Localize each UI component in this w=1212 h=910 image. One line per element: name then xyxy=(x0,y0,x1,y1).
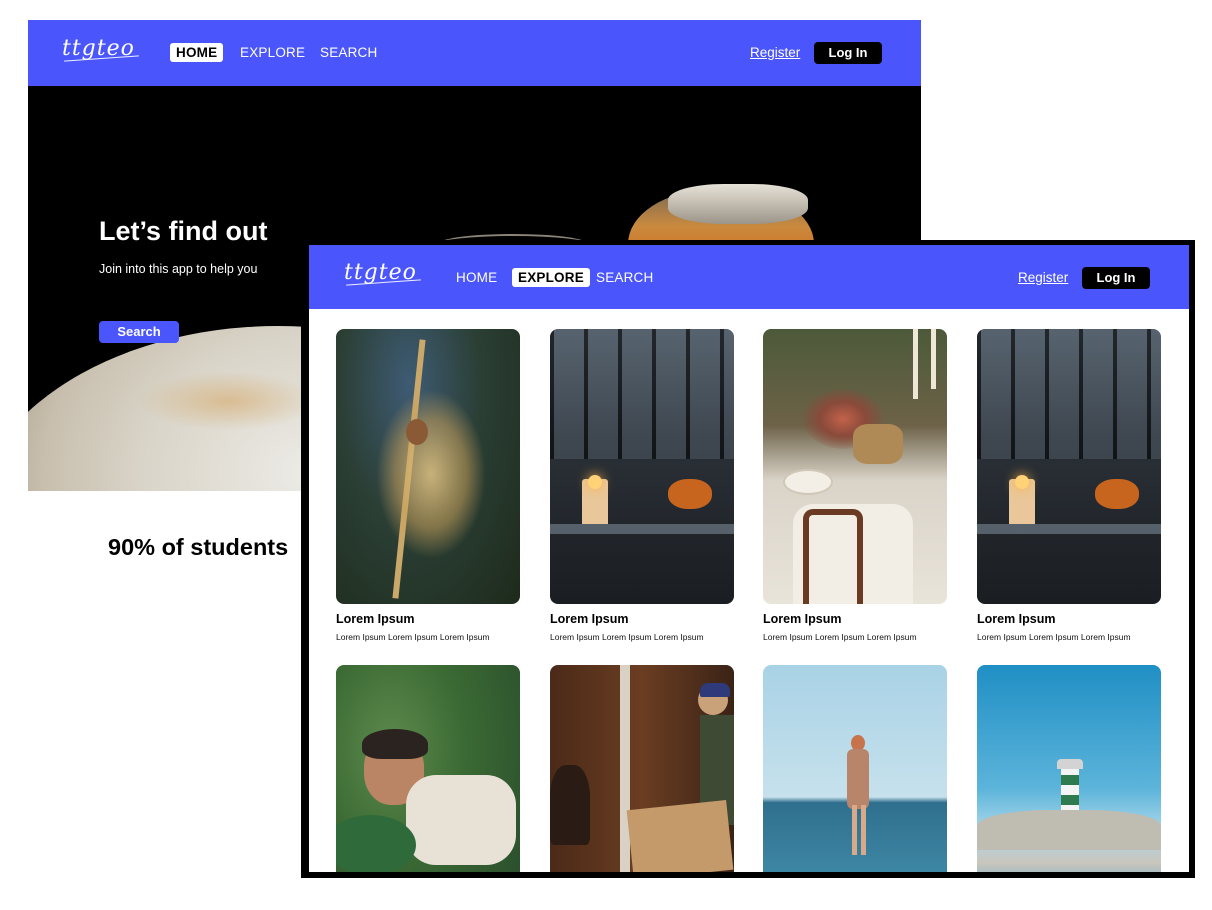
explore-card[interactable] xyxy=(977,665,1161,872)
explore-page-window: ttgteo HOME EXPLORE SEARCH Register Log … xyxy=(301,240,1195,878)
explore-card[interactable] xyxy=(763,665,947,872)
card-photo-candles xyxy=(550,329,734,604)
hero-search-button[interactable]: Search xyxy=(99,321,179,343)
explore-card[interactable]: Lorem Ipsum Lorem Ipsum Lorem Ipsum Lore… xyxy=(550,329,734,642)
hero-subtitle: Join into this app to help you xyxy=(99,262,258,276)
nav-explore-tab[interactable]: EXPLORE xyxy=(512,268,590,287)
card-description: Lorem Ipsum Lorem Ipsum Lorem Ipsum xyxy=(977,632,1131,642)
nav-explore-tab[interactable]: EXPLORE xyxy=(240,45,305,60)
card-title: Lorem Ipsum xyxy=(977,612,1056,626)
brand-logo[interactable]: ttgteo xyxy=(344,260,421,286)
hero-cup-foam xyxy=(668,184,808,224)
card-description: Lorem Ipsum Lorem Ipsum Lorem Ipsum xyxy=(336,632,490,642)
nav-home-tab[interactable]: HOME xyxy=(170,43,224,62)
card-photo-oat-grass xyxy=(336,329,520,604)
card-photo-candles xyxy=(977,329,1161,604)
nav-home-tab[interactable]: HOME xyxy=(456,270,497,285)
brand-logo[interactable]: ttgteo xyxy=(62,36,139,62)
explore-card[interactable] xyxy=(550,665,734,872)
card-photo-lighthouse xyxy=(977,665,1161,872)
nav-search-tab[interactable]: SEARCH xyxy=(596,270,653,285)
top-nav-bar: ttgteo HOME EXPLORE SEARCH Register Log … xyxy=(28,20,921,86)
login-button[interactable]: Log In xyxy=(814,42,882,64)
hero-bowl-swirl xyxy=(138,371,318,431)
stat-heading: 90% of students xyxy=(108,534,289,560)
explore-page-content: ttgteo HOME EXPLORE SEARCH Register Log … xyxy=(309,245,1189,872)
explore-card[interactable]: Lorem Ipsum Lorem Ipsum Lorem Ipsum Lore… xyxy=(336,329,520,642)
explore-card[interactable]: Lorem Ipsum Lorem Ipsum Lorem Ipsum Lore… xyxy=(763,329,947,642)
explore-card[interactable]: Lorem Ipsum Lorem Ipsum Lorem Ipsum Lore… xyxy=(977,329,1161,642)
card-photo-woman-at-sea xyxy=(763,665,947,872)
hero-title: Let’s find out xyxy=(99,216,268,246)
login-button[interactable]: Log In xyxy=(1082,267,1150,289)
card-photo-person-in-leaves xyxy=(336,665,520,872)
card-photo-table-setting xyxy=(763,329,947,604)
explore-card[interactable] xyxy=(336,665,520,872)
card-photo-moving-boxes xyxy=(550,665,734,872)
nav-search-tab[interactable]: SEARCH xyxy=(320,45,377,60)
card-title: Lorem Ipsum xyxy=(763,612,842,626)
register-link[interactable]: Register xyxy=(1018,270,1068,285)
card-description: Lorem Ipsum Lorem Ipsum Lorem Ipsum xyxy=(550,632,704,642)
register-link[interactable]: Register xyxy=(750,45,800,60)
card-title: Lorem Ipsum xyxy=(336,612,415,626)
top-nav-bar: ttgteo HOME EXPLORE SEARCH Register Log … xyxy=(309,245,1189,309)
card-description: Lorem Ipsum Lorem Ipsum Lorem Ipsum xyxy=(763,632,917,642)
card-title: Lorem Ipsum xyxy=(550,612,629,626)
